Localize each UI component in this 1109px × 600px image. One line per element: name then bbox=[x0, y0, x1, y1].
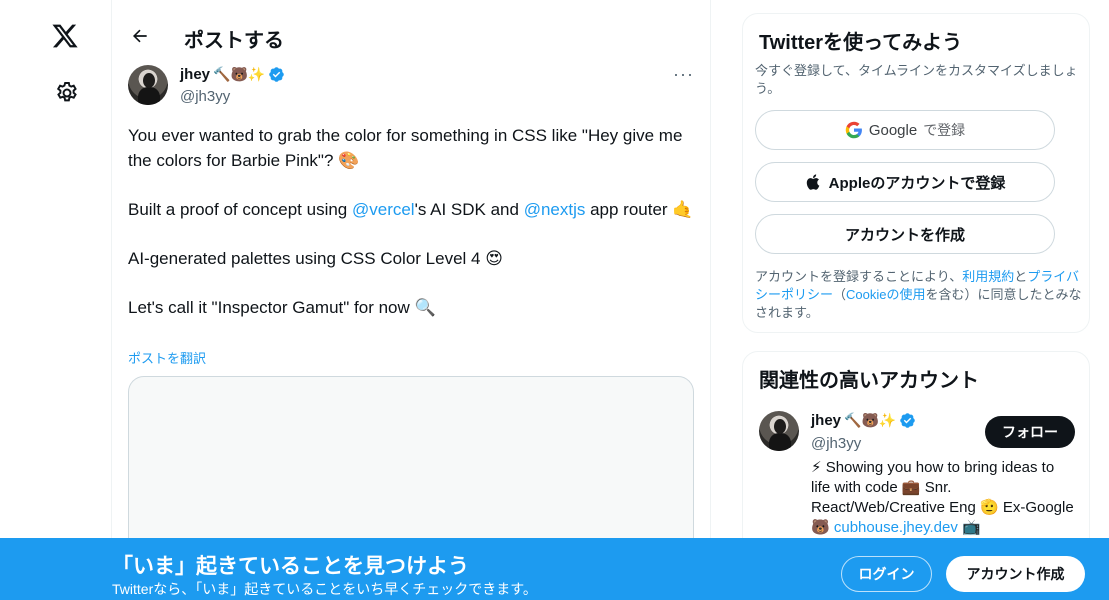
post-text-segment: app router 🤙 bbox=[585, 199, 694, 219]
google-signup-label: で登録 bbox=[923, 122, 966, 138]
login-banner: 「いま」起きていることを見つけよう Twitterなら、「いま」起きていることを… bbox=[0, 538, 1109, 600]
google-signup-button[interactable]: Google で登録 bbox=[755, 110, 1055, 150]
banner-subtitle: Twitterなら、「いま」起きていることをいち早くチェックできます。 bbox=[112, 581, 537, 597]
apple-icon bbox=[806, 174, 819, 190]
login-button[interactable]: ログイン bbox=[841, 556, 932, 592]
gear-icon[interactable] bbox=[54, 80, 80, 106]
related-card-title: 関連性の高いアカウント bbox=[759, 370, 979, 392]
bio-text-end: 📺 bbox=[957, 519, 981, 536]
create-account-button[interactable]: アカウントを作成 bbox=[755, 214, 1055, 254]
post-paragraph: Built a proof of concept using @vercel's… bbox=[128, 198, 698, 223]
signup-card: Twitterを使ってみよう 今すぐ登録して、タイムラインをカスタマイズしましょ… bbox=[742, 13, 1090, 333]
mention-link[interactable]: @vercel bbox=[352, 200, 415, 219]
verified-badge-icon bbox=[269, 67, 285, 82]
signup-card-title: Twitterを使ってみよう bbox=[759, 32, 963, 54]
back-button[interactable] bbox=[126, 22, 154, 50]
related-emojis: 🔨🐻✨ bbox=[844, 412, 897, 428]
mention-link[interactable]: @nextjs bbox=[524, 200, 586, 219]
related-account-name[interactable]: jhey 🔨🐻✨ bbox=[811, 412, 916, 429]
author-name[interactable]: jhey 🔨🐻✨ bbox=[180, 66, 285, 83]
apple-signup-label: Appleのアカウントで登録 bbox=[828, 174, 1006, 192]
author-emojis: 🔨🐻✨ bbox=[213, 66, 266, 82]
related-name-text: jhey bbox=[811, 412, 842, 429]
post-paragraph: AI-generated palettes using CSS Color Le… bbox=[128, 248, 503, 268]
apple-signup-button[interactable]: Appleのアカウントで登録 bbox=[755, 162, 1055, 202]
x-logo-icon[interactable] bbox=[51, 22, 83, 54]
signup-card-subtitle: 今すぐ登録して、タイムラインをカスタマイズしましょう。 bbox=[755, 63, 1078, 96]
post-text: You ever wanted to grab the color for so… bbox=[128, 124, 698, 345]
follow-button[interactable]: フォロー bbox=[985, 416, 1075, 448]
avatar[interactable] bbox=[128, 65, 168, 105]
post-text-segment: 's AI SDK and bbox=[414, 199, 524, 219]
avatar[interactable] bbox=[759, 411, 799, 451]
legal-text: アカウントを登録することにより、 bbox=[755, 269, 963, 284]
arrow-left-icon bbox=[133, 29, 147, 43]
bio-link[interactable]: cubhouse.jhey.dev bbox=[834, 519, 958, 536]
banner-title: 「いま」起きていることを見つけよう bbox=[112, 555, 469, 578]
post-text-segment: Built a proof of concept using bbox=[128, 199, 352, 219]
related-account-handle[interactable]: @jh3yy bbox=[811, 435, 861, 452]
google-brand: Google bbox=[868, 121, 918, 139]
related-account-bio: ⚡ Showing you how to bring ideas to life… bbox=[811, 458, 1077, 538]
legal-text: （ bbox=[833, 287, 847, 302]
page-title: ポストする bbox=[184, 30, 284, 52]
more-options-button[interactable]: ··· bbox=[673, 64, 694, 85]
author-handle[interactable]: @jh3yy bbox=[180, 88, 230, 105]
verified-badge-icon bbox=[900, 413, 916, 428]
terms-link[interactable]: 利用規約 bbox=[962, 269, 1014, 284]
legal-notice: アカウントを登録することにより、利用規約とプライバシーポリシー（Cookieの使… bbox=[755, 268, 1085, 322]
google-icon bbox=[845, 121, 862, 139]
author-name-text: jhey bbox=[180, 66, 211, 83]
left-nav bbox=[0, 0, 112, 600]
translate-post-link[interactable]: ポストを翻訳 bbox=[128, 348, 206, 367]
signup-button[interactable]: アカウント作成 bbox=[946, 556, 1085, 592]
main-column: ポストする jhey 🔨🐻✨ @jh3yy ··· You ever wante… bbox=[112, 0, 711, 600]
post-paragraph: Let's call it "Inspector Gamut" for now … bbox=[128, 297, 436, 317]
cookie-link[interactable]: Cookieの使用 bbox=[846, 287, 925, 302]
post-paragraph: You ever wanted to grab the color for so… bbox=[128, 126, 683, 170]
legal-text: と bbox=[1014, 269, 1028, 284]
